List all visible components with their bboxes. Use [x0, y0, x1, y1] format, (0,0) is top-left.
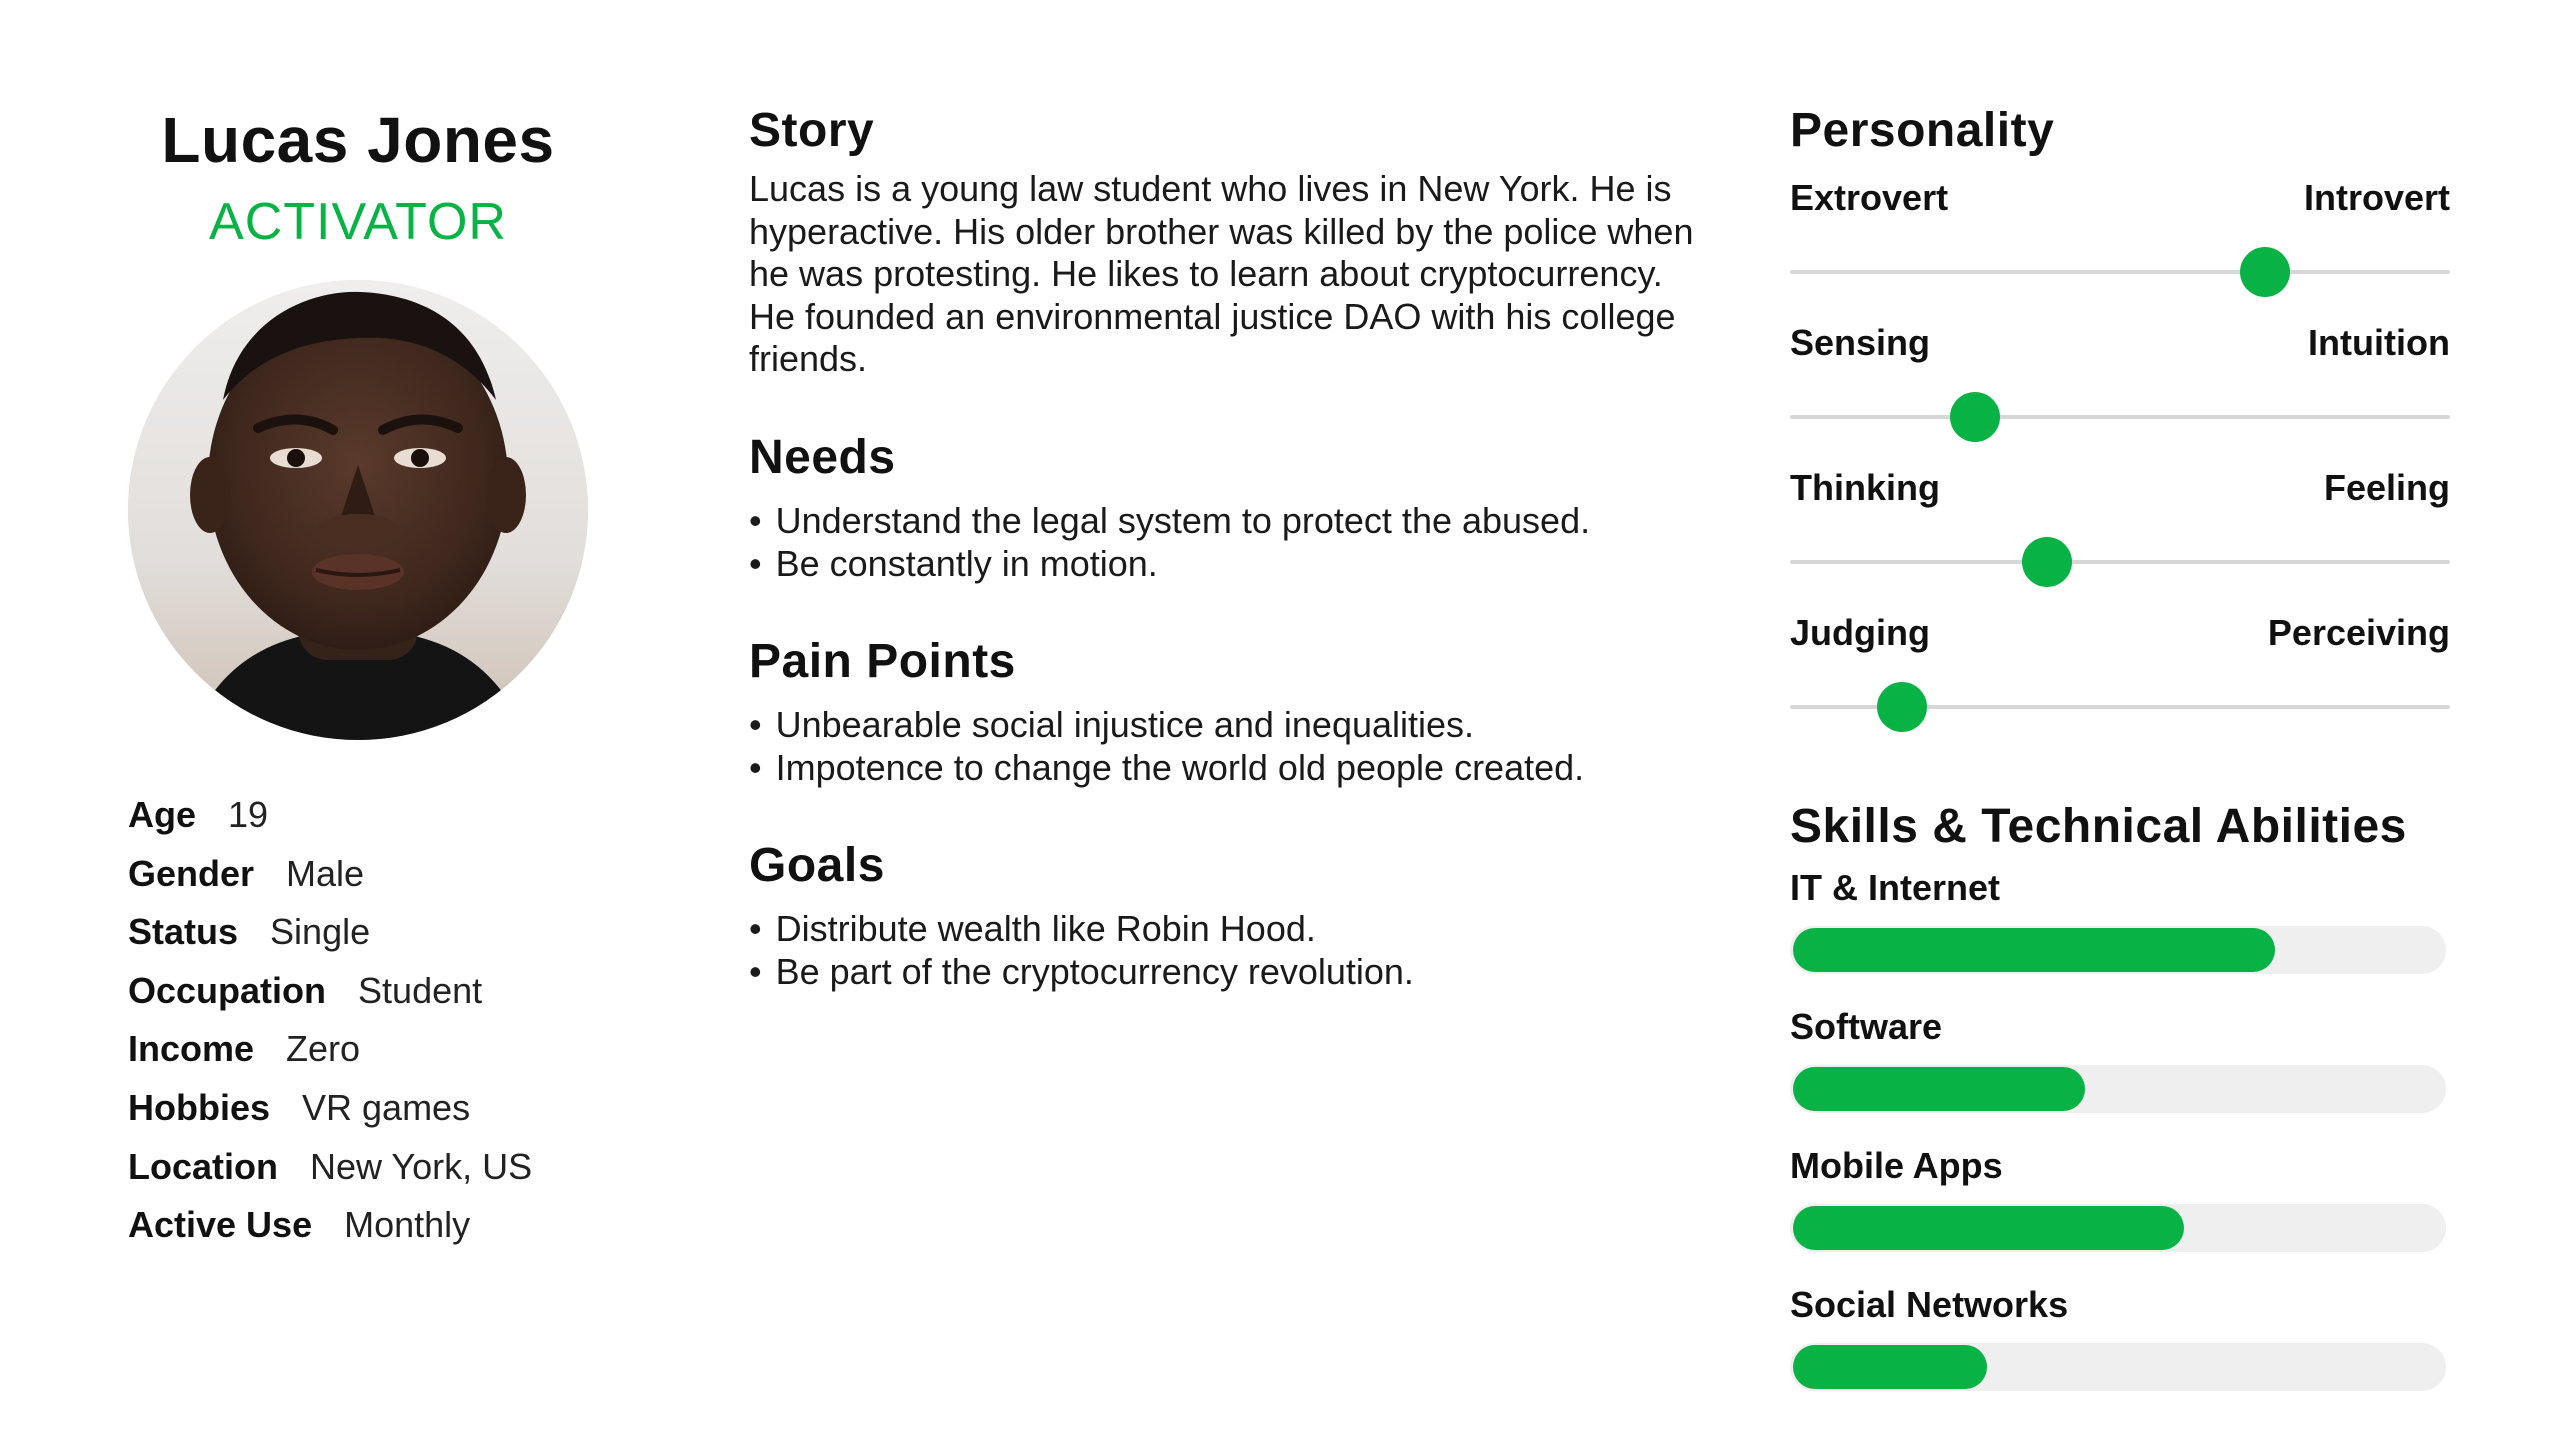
goals-title: Goals [749, 838, 885, 892]
list-item: Unbearable social injustice and inequali… [749, 703, 1709, 746]
detail-status: Status Single [128, 903, 588, 962]
list-item: Impotence to change the world old people… [749, 746, 1709, 789]
skill-software: Software [1790, 1005, 2450, 1136]
trait-track [1790, 415, 2450, 419]
persona-details: Age 19 Gender Male Status Single Occupation… [128, 786, 588, 1255]
trait-left-label: Judging [1790, 612, 1930, 653]
detail-label: Age [128, 794, 197, 835]
pain-points-section: Pain Points Unbearable social injustice … [749, 631, 1709, 789]
story-section: Story Lucas is a young law student who l… [749, 100, 1709, 381]
trait-left-label: Thinking [1790, 467, 1940, 508]
persona-name: Lucas Jones [161, 104, 555, 176]
skill-label: Social Networks [1790, 1284, 2069, 1325]
skill-progress-track [1790, 1065, 2446, 1113]
trait-left-label: Extrovert [1790, 177, 1949, 218]
skill-progress-track [1790, 1343, 2446, 1391]
detail-value: VR games [302, 1086, 471, 1128]
story-title: Story [749, 104, 875, 157]
detail-value: Student [358, 969, 483, 1011]
detail-label: Occupation [128, 969, 327, 1011]
skill-progress-track [1790, 926, 2446, 974]
personality-traits: Extrovert Introvert Sensing Intuition Th… [1790, 176, 2450, 742]
detail-label: Location [128, 1145, 278, 1187]
needs-title: Needs [749, 430, 896, 484]
list-item: Distribute wealth like Robin Hood. [749, 907, 1709, 950]
skill-mobile-apps: Mobile Apps [1790, 1144, 2450, 1275]
trait-extrovert-introvert: Extrovert Introvert [1790, 176, 2450, 307]
detail-location: Location New York, US [128, 1138, 588, 1197]
detail-label: Active Use [128, 1204, 313, 1246]
detail-label: Hobbies [128, 1086, 271, 1128]
trait-thinking-feeling: Thinking Feeling [1790, 466, 2450, 597]
story-text: Lucas is a young law student who lives i… [749, 168, 1694, 379]
skill-label: IT & Internet [1790, 867, 2001, 908]
detail-value: Monthly [344, 1204, 471, 1246]
detail-active-use: Active Use Monthly [128, 1196, 588, 1255]
detail-label: Status [128, 911, 239, 953]
trait-slider-knob[interactable] [1949, 392, 2000, 442]
skill-progress-fill [1793, 1345, 1987, 1389]
detail-label: Gender [128, 852, 255, 894]
detail-hobbies: Hobbies VR games [128, 1079, 588, 1138]
detail-gender: Gender Male [128, 845, 588, 904]
persona-type: ACTIVATOR [209, 193, 507, 251]
goals-section: Goals Distribute wealth like Robin Hood.… [749, 835, 1709, 993]
trait-left-label: Sensing [1790, 322, 1931, 363]
detail-value: Male [286, 852, 365, 894]
goals-list: Distribute wealth like Robin Hood. Be pa… [749, 907, 1709, 993]
skill-it-internet: IT & Internet [1790, 866, 2450, 997]
detail-value: Single [270, 911, 371, 953]
needs-section: Needs Understand the legal system to pro… [749, 427, 1709, 585]
avatar [128, 280, 588, 740]
list-item: Understand the legal system to protect t… [749, 499, 1709, 542]
personality-title: Personality [1790, 104, 2055, 157]
trait-track [1790, 560, 2450, 564]
persona-profile: Lucas Jones ACTIVATOR Age 19 Gender Male… [128, 100, 588, 1255]
persona-narrative: Story Lucas is a young law student who l… [749, 100, 1709, 993]
skills-title: Skills & Technical Abilities [1790, 800, 2407, 853]
detail-value: New York, US [310, 1145, 533, 1187]
trait-right-label: Perceiving [2267, 612, 2450, 653]
pain-points-title: Pain Points [749, 634, 1016, 688]
detail-occupation: Occupation Student [128, 962, 588, 1021]
trait-track [1790, 270, 2450, 274]
trait-right-label: Intuition [2308, 322, 2450, 363]
skill-label: Software [1790, 1006, 1943, 1047]
skill-label: Mobile Apps [1790, 1145, 2003, 1186]
persona-attributes: Personality Extrovert Introvert Sensing … [1790, 100, 2450, 1414]
detail-value: 19 [228, 794, 269, 835]
skill-progress-fill [1793, 1206, 2184, 1250]
skill-progress-track [1790, 1204, 2446, 1252]
trait-slider-knob[interactable] [1877, 682, 1928, 732]
skill-progress-fill [1793, 928, 2276, 972]
skills-section: Skills & Technical Abilities IT & Intern… [1790, 796, 2450, 1414]
trait-slider-knob[interactable] [2022, 537, 2073, 587]
skill-progress-fill [1793, 1067, 2086, 1111]
detail-age: Age 19 [128, 786, 588, 845]
detail-income: Income Zero [128, 1020, 588, 1079]
trait-right-label: Feeling [2323, 467, 2450, 508]
trait-right-label: Introvert [2303, 177, 2450, 218]
list-item: Be part of the cryptocurrency revolution… [749, 950, 1709, 993]
skill-social-networks: Social Networks [1790, 1283, 2450, 1414]
detail-label: Income [128, 1028, 255, 1070]
trait-sensing-intuition: Sensing Intuition [1790, 321, 2450, 452]
trait-slider-knob[interactable] [2240, 247, 2291, 297]
list-item: Be constantly in motion. [749, 542, 1709, 585]
needs-list: Understand the legal system to protect t… [749, 499, 1709, 585]
portrait-photo-icon [128, 280, 588, 740]
trait-judging-perceiving: Judging Perceiving [1790, 611, 2450, 742]
pain-points-list: Unbearable social injustice and inequali… [749, 703, 1709, 789]
detail-value: Zero [286, 1028, 361, 1070]
